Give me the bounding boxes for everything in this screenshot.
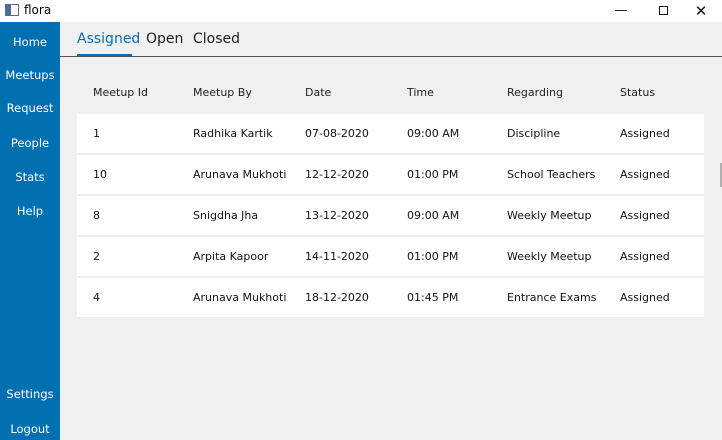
sidebar-item-people[interactable]: People: [0, 136, 60, 150]
cell-status: Assigned: [620, 291, 670, 304]
window-title: flora: [24, 3, 52, 17]
cell-meetup-by: Arunava Mukhoti: [193, 291, 287, 304]
cell-time: 01:00 PM: [407, 250, 459, 263]
cell-regarding: Discipline: [507, 127, 561, 140]
app-icon: [5, 4, 19, 16]
cell-date: 12-12-2020: [305, 168, 369, 181]
table-row[interactable]: 2 Arpita Kapoor 14-11-2020 01:00 PM Week…: [77, 237, 704, 277]
tab-open[interactable]: Open: [146, 31, 183, 47]
table-row[interactable]: 8 Snigdha Jha 13-12-2020 09:00 AM Weekly…: [77, 196, 704, 236]
cell-meetup-id: 8: [93, 209, 100, 222]
cell-regarding: School Teachers: [507, 168, 596, 181]
cell-time: 01:00 PM: [407, 168, 459, 181]
column-header-status: Status: [620, 86, 656, 99]
close-button[interactable]: ✕: [684, 0, 718, 22]
sidebar-item-logout[interactable]: Logout: [0, 422, 60, 436]
table-row[interactable]: 4 Arunava Mukhoti 18-12-2020 01:45 PM En…: [77, 278, 704, 318]
column-header-regarding: Regarding: [507, 86, 563, 99]
maximize-icon: [658, 6, 668, 15]
sidebar-item-settings[interactable]: Settings: [0, 387, 60, 401]
cell-status: Assigned: [620, 209, 670, 222]
cell-meetup-id: 2: [93, 250, 100, 263]
cell-regarding: Weekly Meetup: [507, 209, 592, 222]
tab-assigned[interactable]: Assigned: [77, 31, 140, 47]
cell-time: 09:00 AM: [407, 127, 460, 140]
column-header-meetup-id: Meetup Id: [93, 86, 149, 99]
column-header-date: Date: [305, 86, 332, 99]
table-row[interactable]: 1 Radhika Kartik 07-08-2020 09:00 AM Dis…: [77, 114, 704, 154]
cell-meetup-by: Arpita Kapoor: [193, 250, 269, 263]
cell-meetup-id: 4: [93, 291, 100, 304]
cell-meetup-by: Snigdha Jha: [193, 209, 259, 222]
maximize-button[interactable]: [646, 0, 680, 22]
main-content: Assigned Open Closed Meetup Id Meetup By…: [60, 22, 722, 440]
cell-time: 01:45 PM: [407, 291, 459, 304]
tab-closed[interactable]: Closed: [193, 31, 240, 47]
cell-regarding: Weekly Meetup: [507, 250, 592, 263]
cell-status: Assigned: [620, 250, 670, 263]
minimize-button[interactable]: —: [604, 0, 638, 22]
cell-date: 13-12-2020: [305, 209, 369, 222]
tab-divider: [60, 56, 722, 57]
cell-date: 14-11-2020: [305, 250, 369, 263]
cell-date: 18-12-2020: [305, 291, 369, 304]
cell-status: Assigned: [620, 168, 670, 181]
sidebar: Home Meetups Request People Stats Help S…: [0, 22, 60, 440]
sidebar-item-stats[interactable]: Stats: [0, 170, 60, 184]
table-header: Meetup Id Meetup By Date Time Regarding …: [77, 72, 704, 114]
cell-meetup-by: Radhika Kartik: [193, 127, 273, 140]
cell-status: Assigned: [620, 127, 670, 140]
title-bar: flora — ✕: [0, 0, 722, 22]
tab-bar: Assigned Open Closed: [60, 22, 722, 56]
cell-meetup-id: 1: [93, 127, 100, 140]
column-header-meetup-by: Meetup By: [193, 86, 252, 99]
sidebar-item-meetups[interactable]: Meetups: [0, 68, 60, 82]
sidebar-item-home[interactable]: Home: [0, 35, 60, 49]
cell-meetup-by: Arunava Mukhoti: [193, 168, 287, 181]
cell-time: 09:00 AM: [407, 209, 460, 222]
column-header-time: Time: [407, 86, 434, 99]
cell-date: 07-08-2020: [305, 127, 369, 140]
cell-regarding: Entrance Exams: [507, 291, 597, 304]
sidebar-item-help[interactable]: Help: [0, 204, 60, 218]
sidebar-item-request[interactable]: Request: [0, 101, 60, 115]
table-row[interactable]: 10 Arunava Mukhoti 12-12-2020 01:00 PM S…: [77, 155, 704, 195]
cell-meetup-id: 10: [93, 168, 107, 181]
